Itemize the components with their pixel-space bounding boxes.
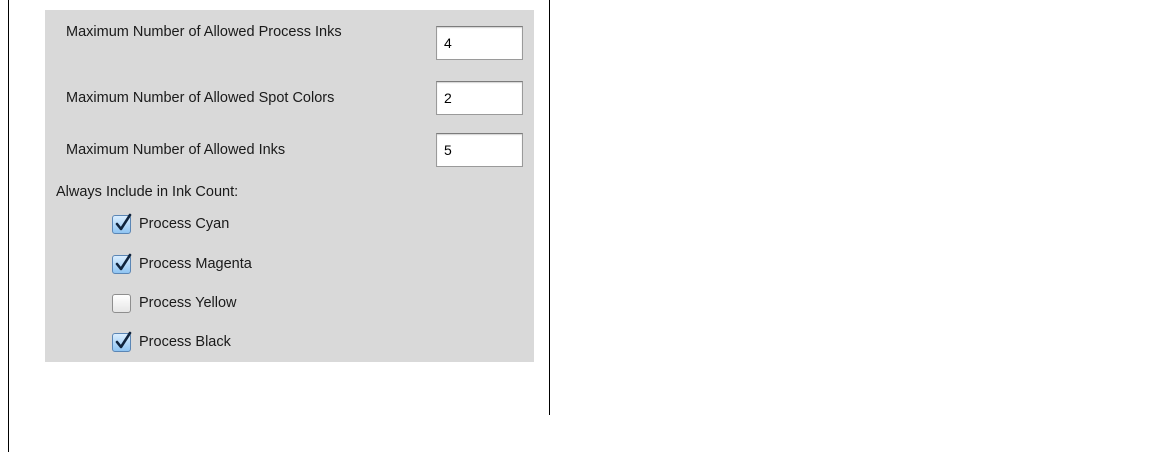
checkbox-process-magenta[interactable]: Process Magenta xyxy=(112,253,252,275)
checkbox-box[interactable] xyxy=(112,253,132,274)
checkbox-process-yellow[interactable]: Process Yellow xyxy=(112,292,237,314)
left-divider xyxy=(8,0,9,452)
process-inks-label: Maximum Number of Allowed Process Inks xyxy=(66,24,342,40)
process-inks-row: Maximum Number of Allowed Process Inks xyxy=(45,25,534,65)
allowed-inks-row: Maximum Number of Allowed Inks xyxy=(45,133,534,169)
checkbox-process-black[interactable]: Process Black xyxy=(112,331,231,353)
checkmark-icon xyxy=(115,331,132,348)
ink-limits-panel: Maximum Number of Allowed Process Inks M… xyxy=(45,10,534,362)
column-divider xyxy=(549,0,550,415)
checkbox-box[interactable] xyxy=(112,331,132,352)
checkbox-box[interactable] xyxy=(112,293,131,313)
checkbox-label: Process Yellow xyxy=(139,295,237,311)
allowed-inks-field[interactable] xyxy=(436,133,523,167)
spot-colors-row: Maximum Number of Allowed Spot Colors xyxy=(45,81,534,117)
checkmark-icon xyxy=(115,253,132,270)
allowed-inks-label: Maximum Number of Allowed Inks xyxy=(66,142,286,158)
checkmark-icon xyxy=(115,213,132,230)
checkbox-box[interactable] xyxy=(112,213,132,234)
checkbox-process-cyan[interactable]: Process Cyan xyxy=(112,213,229,235)
checkbox-label: Process Magenta xyxy=(139,256,252,272)
process-inks-field[interactable] xyxy=(436,26,523,60)
spot-colors-field[interactable] xyxy=(436,81,523,115)
checkbox-label: Process Cyan xyxy=(139,216,230,232)
ink-count-group-label: Always Include in Ink Count: xyxy=(56,184,239,200)
spot-colors-label: Maximum Number of Allowed Spot Colors xyxy=(66,90,335,106)
checkbox-label: Process Black xyxy=(139,334,231,350)
